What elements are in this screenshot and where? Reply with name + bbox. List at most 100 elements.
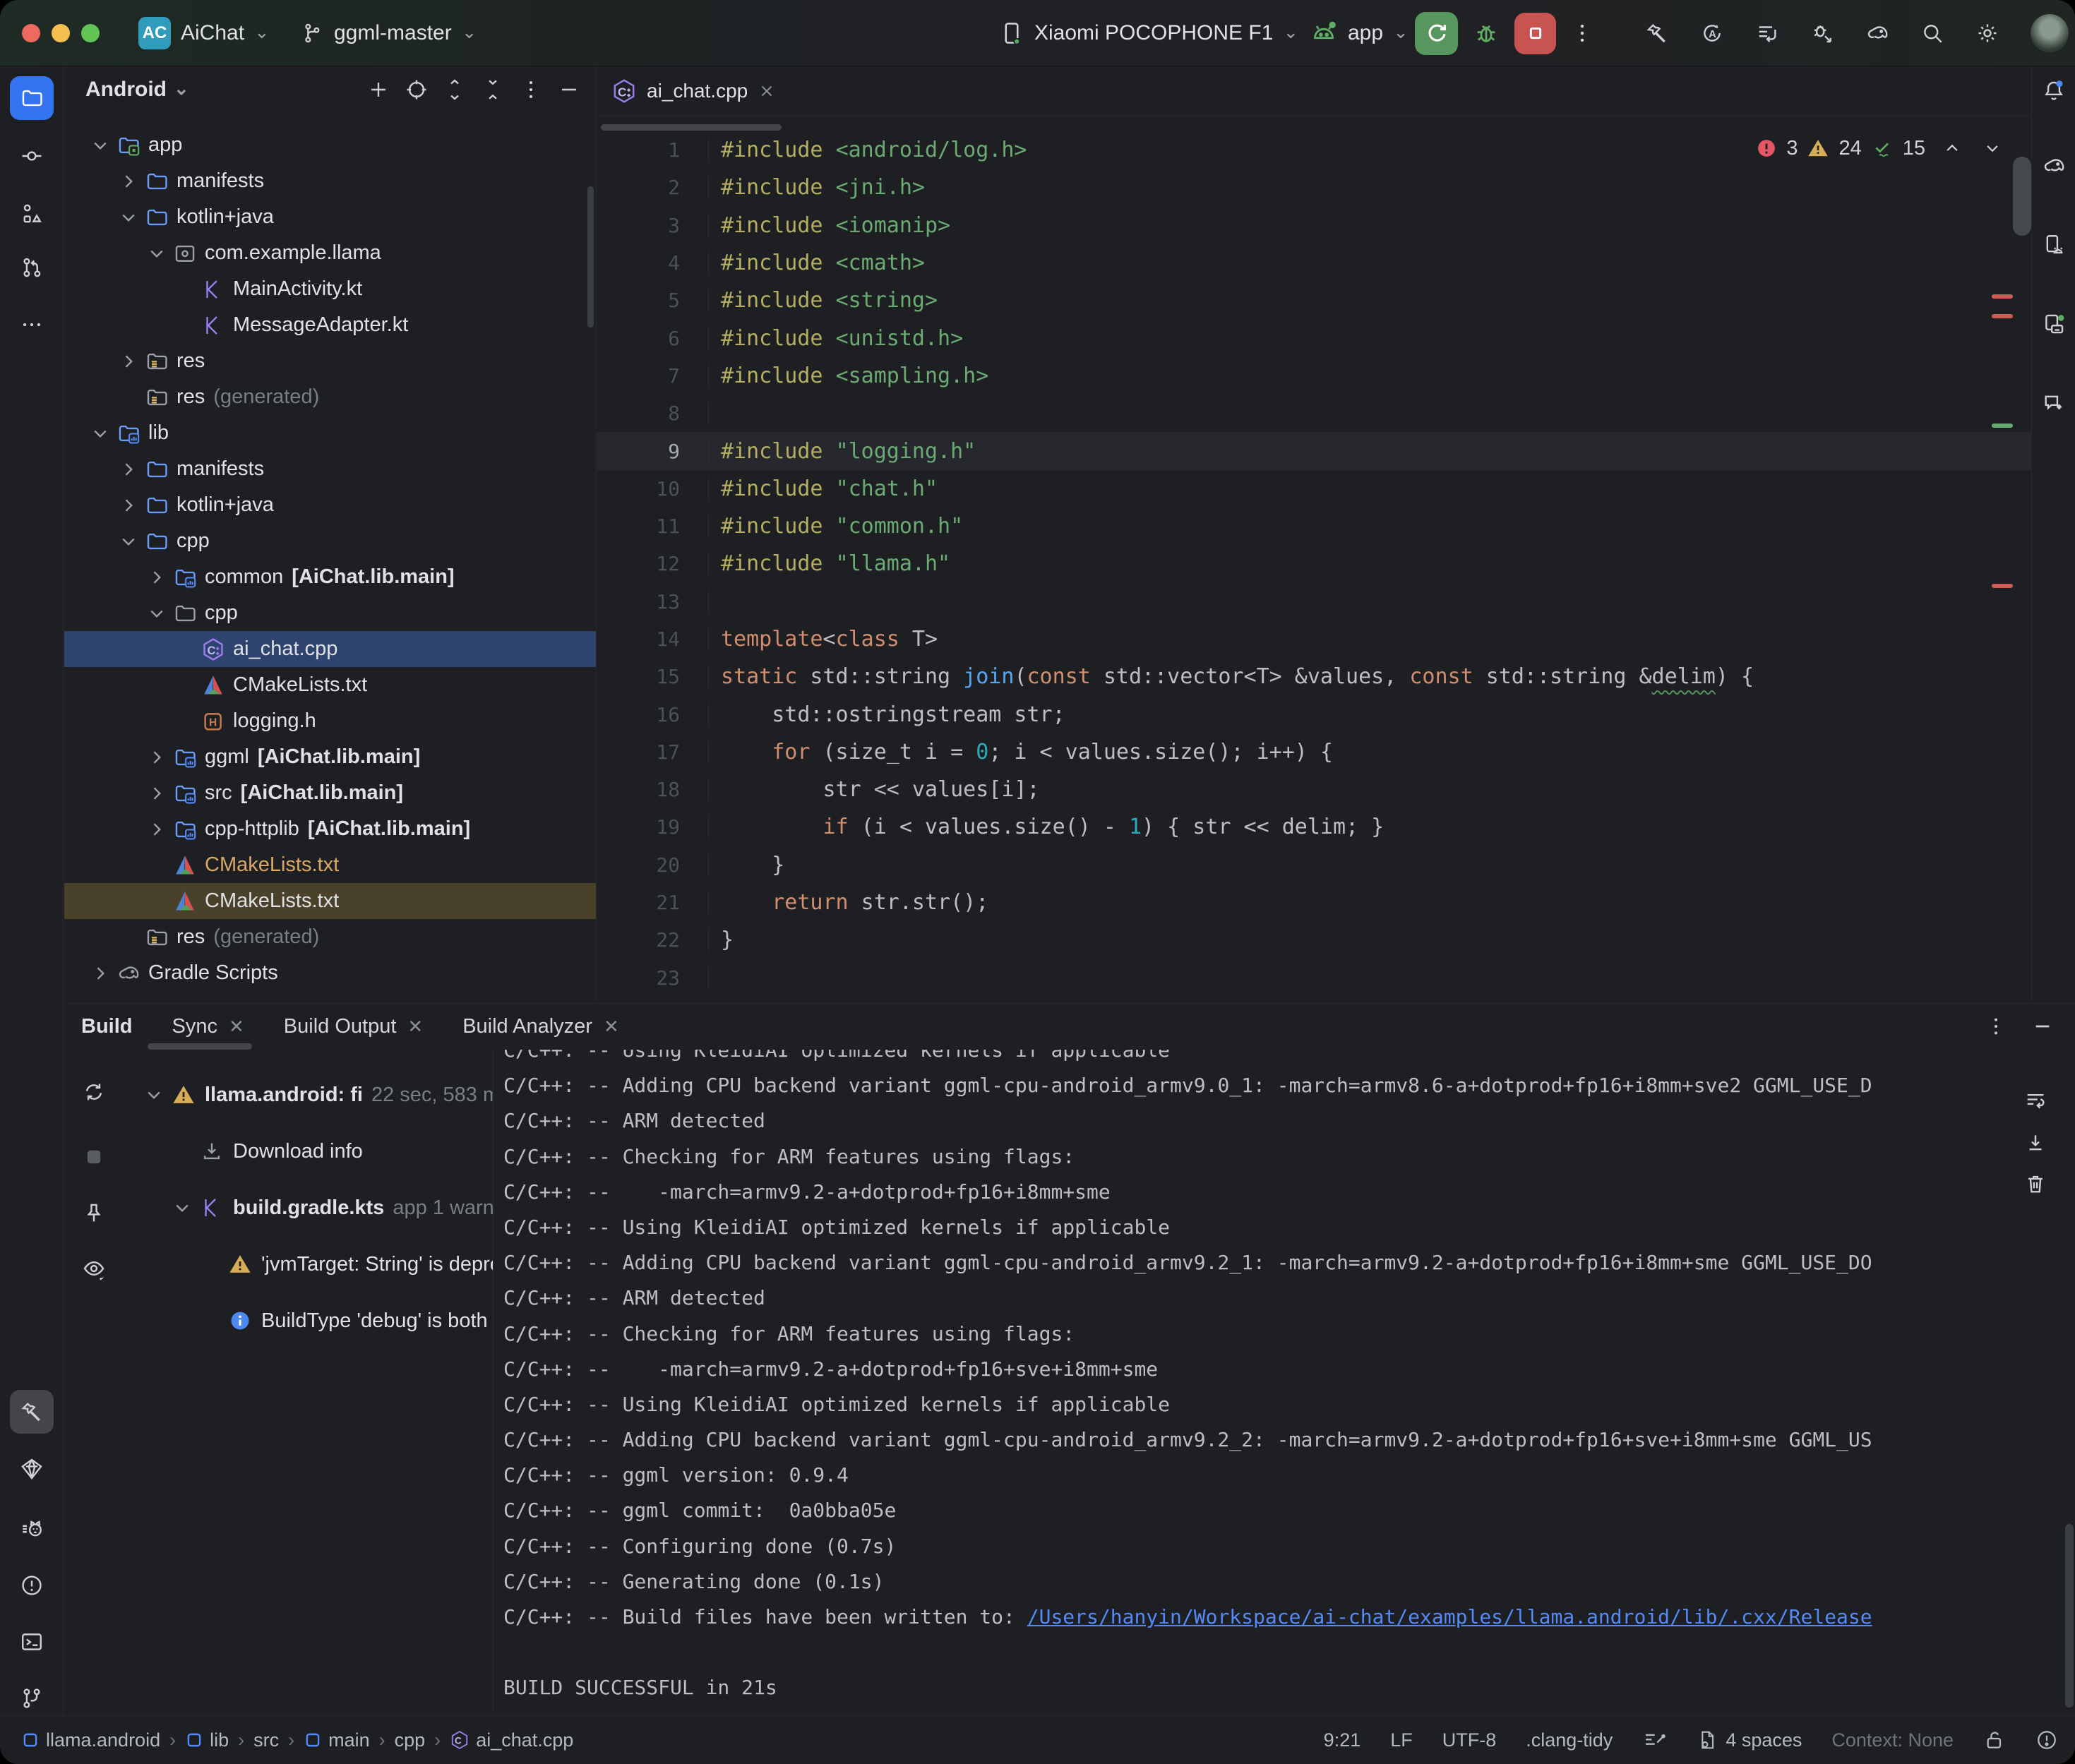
build-tree-item[interactable]: llama.android: fi22 sec, 583 ms [126,1067,493,1123]
close-window-button[interactable] [22,24,40,42]
project-view-selector[interactable]: Android [85,78,167,102]
tree-item[interactable]: kotlin+java [64,487,596,523]
line-number[interactable]: 2 [597,176,709,199]
more-v-button[interactable] [518,78,544,102]
tree-item[interactable]: MainActivity.kt [64,271,596,307]
prev-problem-icon[interactable] [1942,138,1963,159]
collapse-all-button[interactable] [480,78,506,102]
vcs-branch-widget[interactable]: ggml-master ⌄ [300,0,477,66]
tree-item[interactable]: res(generated) [64,919,596,955]
gradle-elephant-button[interactable] [1865,21,1889,45]
tree-item[interactable]: manifests [64,451,596,487]
build-tab-build-output[interactable]: Build Output✕ [284,1015,423,1038]
stop-button[interactable] [1514,13,1556,54]
build-tree-item[interactable]: 'jvmTarget: String' is deprec [126,1236,493,1292]
breadcrumb-src[interactable]: src [253,1729,279,1751]
line-number[interactable]: 9 [597,440,709,463]
breadcrumb-lib[interactable]: lib [185,1729,229,1751]
chev-r-icon[interactable] [143,745,170,769]
chev-r-icon[interactable] [115,349,142,373]
project-widget[interactable]: AC AiChat ⌄ [138,0,270,66]
line-number[interactable]: 1 [597,138,709,162]
build-tree-item[interactable]: build.gradle.ktsapp 1 warning [126,1180,493,1236]
breadcrumb-main[interactable]: main [304,1729,370,1751]
tree-item[interactable]: app [64,127,596,163]
next-problem-icon[interactable] [1982,138,2003,159]
close-tab-icon[interactable]: ✕ [604,1016,619,1038]
user-avatar[interactable] [2031,14,2069,52]
build-options-kebab-icon[interactable] [1985,1015,2007,1038]
rerun-sync-icon[interactable] [80,1078,108,1106]
chev-d-icon[interactable] [87,133,114,157]
tree-item[interactable]: manifests [64,163,596,199]
line-number[interactable]: 23 [597,966,709,990]
line-number[interactable]: 6 [597,327,709,350]
minimize-window-button[interactable] [52,24,70,42]
settings-button[interactable] [1975,21,1999,45]
tool-strip-gradle-elephant[interactable] [2033,145,2074,186]
line-number[interactable]: 18 [597,778,709,801]
chev-d-icon[interactable] [168,1196,196,1220]
run-config-selector[interactable]: app ⌄ [1310,0,1409,66]
zoom-window-button[interactable] [81,24,100,42]
tree-item[interactable]: src[AiChat.lib.main] [64,775,596,811]
build-tab-sync[interactable]: Sync✕ [172,1015,244,1038]
build-tree-item[interactable]: BuildType 'debug' is both de [126,1292,493,1349]
indent-widget[interactable]: 4 spaces [1696,1729,1802,1751]
project-scrollbar[interactable] [587,186,594,328]
chev-d-icon[interactable] [115,205,142,229]
chev-d-icon[interactable] [87,421,114,445]
tool-strip-app-insights[interactable] [10,1447,54,1491]
build-output-path-link[interactable]: /Users/hanyin/Workspace/ai-chat/examples… [1027,1605,1872,1628]
clang-tidy[interactable]: .clang-tidy [1526,1729,1613,1751]
tree-item[interactable]: cpp-httplib[AiChat.lib.main] [64,811,596,847]
tree-item[interactable]: CMakeLists.txt [64,883,596,919]
breadcrumb-llama.android[interactable]: llama.android [21,1729,160,1751]
tree-item[interactable]: lib [64,415,596,451]
line-number[interactable]: 10 [597,477,709,500]
tool-strip-version-control[interactable] [10,1676,54,1720]
line-number[interactable]: 16 [597,703,709,726]
line-number[interactable]: 11 [597,515,709,538]
line-number[interactable]: 15 [597,665,709,688]
recent-activities-button[interactable] [1755,21,1779,45]
pin-icon[interactable] [80,1199,108,1228]
expand-all-button[interactable] [442,78,467,102]
inspections-widget[interactable]: 3 24 15 [1756,133,2003,163]
close-tab-icon[interactable]: ✕ [407,1016,423,1038]
line-number[interactable]: 14 [597,628,709,651]
error-indicator-icon[interactable] [2035,1729,2058,1751]
rerun-button[interactable] [1415,12,1458,55]
tree-item[interactable]: cpp [64,523,596,559]
tree-item[interactable]: res [64,343,596,379]
editor-scrollbar[interactable] [2013,157,2031,236]
close-tab-icon[interactable]: ✕ [229,1016,244,1038]
tool-strip-device-manager[interactable] [2033,224,2074,265]
chev-d-icon[interactable] [115,529,142,553]
scroll-to-end-icon[interactable] [2021,1129,2050,1157]
chev-r-icon[interactable] [115,493,142,517]
search-everywhere-button[interactable] [1920,21,1944,45]
tool-strip-problems[interactable] [10,1564,54,1607]
tool-strip-structure[interactable] [10,192,54,236]
line-number[interactable]: 21 [597,891,709,914]
device-selector[interactable]: Xiaomi POCOPHONE F1 ⌄ [999,0,1298,66]
chev-r-icon[interactable] [143,781,170,805]
build-tree-item[interactable]: Download info [126,1123,493,1180]
chev-d-icon[interactable] [140,1083,168,1107]
line-number[interactable]: 17 [597,740,709,764]
preview-icon[interactable] [80,1254,108,1283]
tool-strip-more[interactable] [10,303,54,347]
line-number[interactable]: 3 [597,214,709,237]
tree-item[interactable]: Cai_chat.cpp [64,631,596,667]
attach-debugger-button[interactable] [1810,21,1834,45]
change-stripe-mark[interactable] [1992,424,2013,428]
line-number[interactable]: 12 [597,552,709,575]
tab-ai-chat-cpp[interactable]: C ai_chat.cpp [597,66,794,116]
build-console[interactable]: C/C++: -- Using KleidiAI optimized kerne… [493,1050,2075,1716]
tree-item[interactable]: ggml[AiChat.lib.main] [64,739,596,775]
tree-item[interactable]: Hlogging.h [64,703,596,739]
debug-button[interactable] [1472,19,1500,47]
run-anything-button[interactable]: A [1700,21,1724,45]
locate-button[interactable] [404,78,429,102]
